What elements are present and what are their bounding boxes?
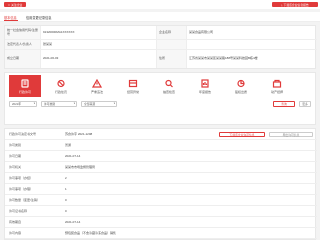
detail-row: 许可事项（办理） 1: [5, 184, 317, 195]
nav-item-label: 经营异常: [126, 89, 139, 94]
top-toolbar: ☆ 关注企业 ⤓ 下载该企业信息报告: [0, 0, 320, 9]
nav-item-4[interactable]: 抽查检查: [153, 75, 185, 97]
detail-row-label: 许可类别: [9, 143, 22, 147]
detail-row-value: 某某市市场监督管理局: [65, 165, 96, 169]
nav-item-label: 年度报告: [198, 89, 211, 94]
credit-code-label: 统一社会信用代码/注册号: [5, 26, 41, 40]
nav-item-1[interactable]: 行政处罚: [45, 75, 77, 97]
detail-row-label: 许可证书名称: [9, 209, 28, 213]
download-license-button[interactable]: 下载该企业许可信息: [219, 132, 265, 137]
warning-icon: [92, 78, 102, 88]
address-value: 江苏省某某市某某区某某路188号某某科技园B栋4楼: [189, 56, 258, 61]
download-icon: ⤓: [281, 2, 283, 7]
detail-row-value: 2021-07-14: [65, 154, 81, 158]
category-nav: 行政许可 行政处罚 严重违法 经营异常 抽查检查 年度报告 股权出质 动产抵押 2021年 ▾ …: [4, 72, 316, 125]
report-icon: [200, 78, 210, 88]
detail-row: 许可类别 普通: [5, 140, 317, 151]
detail-row-value: 预包装食品（不含冷藏冷冻食品）销售: [65, 231, 117, 235]
empty-value: [187, 40, 317, 50]
license-icon: [20, 78, 30, 88]
nav-item-7[interactable]: 动产抵押: [261, 75, 293, 97]
detail-row-label: 许可事项（办结）: [9, 176, 34, 180]
follow-label: 关注企业: [11, 2, 23, 7]
nav-item-3[interactable]: 经营异常: [117, 75, 149, 97]
nav-item-6[interactable]: 股权出质: [225, 75, 257, 97]
filter-row: 2021年 ▾ 许可类别 ▾ 全部来源 ▾ 查询 更多: [9, 101, 313, 111]
mortgage-icon: [272, 79, 282, 88]
nav-item-label: 严重违法: [90, 89, 103, 94]
download-report-button[interactable]: ⤓ 下载该企业信息报告: [272, 2, 318, 7]
established-date-value: 2021-06-03: [41, 50, 157, 68]
credit-code-value: 91320000MA1XXXXXX: [41, 26, 157, 40]
tab-change-records[interactable]: 信用变更记录信息: [26, 15, 52, 20]
nav-item-5[interactable]: 年度报告: [189, 75, 221, 97]
legal-rep-value: 张某某: [41, 40, 157, 50]
equity-icon: [236, 79, 246, 88]
detail-row-label: 有效期自: [9, 220, 22, 224]
detail-row: 许可证书名称 0: [5, 206, 317, 217]
detail-row: 许可事项（办结） 2: [5, 173, 317, 184]
download-report-label: 下载该企业信息报告: [283, 2, 309, 7]
legal-rep-label: 法定代表人/负责人: [5, 40, 41, 50]
nav-item-label: 股权出质: [234, 89, 247, 94]
detail-row-label: 许可日期: [9, 154, 22, 158]
nav-item-label: 动产抵押: [270, 89, 283, 94]
established-date-label: 成立日期: [5, 50, 41, 68]
address-label: 住所: [157, 50, 187, 68]
detail-row-label: 许可机关: [9, 165, 22, 169]
nav-item-label: 行政处罚: [54, 89, 67, 94]
company-name-label: 企业名称: [157, 26, 187, 40]
type-select-value: 许可类别: [44, 102, 56, 106]
follow-button[interactable]: ☆ 关注企业: [4, 2, 26, 7]
license-detail-table: 行政许可决定书文号 苏食许字 2021-1208 许可类别 普通 许可日期 2021-07…: [4, 128, 317, 240]
chevron-down-icon: ▾: [73, 102, 75, 105]
detail-row-value: 普通: [65, 143, 72, 147]
nav-item-2[interactable]: 严重违法: [81, 75, 113, 97]
company-name-value: 某某食品有限公司: [187, 26, 317, 40]
detail-row-value: 0: [65, 198, 67, 202]
more-filter-button[interactable]: 更多: [299, 101, 311, 107]
detail-row: 许可内容 预包装食品（不含冷藏冷冻食品）销售: [5, 228, 317, 239]
detail-row-value: 0: [65, 209, 67, 213]
export-license-button[interactable]: 导出许可信息: [269, 132, 313, 137]
detail-row-label: 许可数量（变更/注销）: [9, 198, 40, 202]
nav-item-label: 行政许可: [18, 89, 31, 94]
detail-row-value: 2021-07-14: [65, 220, 81, 224]
search-button[interactable]: 查询: [273, 101, 295, 107]
detail-row-value: 2: [65, 176, 67, 180]
detail-row-label: 行政许可决定书文号: [9, 132, 37, 136]
year-select[interactable]: 2021年 ▾: [9, 101, 37, 107]
tab-bar: 基本信息 信用变更记录信息: [0, 12, 320, 22]
detail-row-label: 许可内容: [9, 231, 22, 235]
detail-row: 许可数量（变更/注销） 0: [5, 195, 317, 206]
nav-item-label: 抽查检查: [162, 89, 175, 94]
detail-row: 许可机关 某某市市场监督管理局: [5, 162, 317, 173]
inspection-icon: [164, 79, 174, 88]
detail-row-value: 1: [65, 187, 67, 191]
type-select[interactable]: 许可类别 ▾: [41, 101, 77, 107]
chevron-down-icon: ▾: [33, 102, 35, 105]
abnormal-icon: [128, 79, 138, 88]
empty-label: [157, 40, 187, 50]
year-select-value: 2021年: [12, 102, 22, 106]
enterprise-info-panel: 统一社会信用代码/注册号 91320000MA1XXXXXX 企业名称 某某食品…: [4, 25, 317, 69]
detail-row: 有效期自 2021-07-14: [5, 217, 317, 228]
detail-row: 许可日期 2021-07-14: [5, 151, 317, 162]
nav-item-0[interactable]: 行政许可: [9, 75, 41, 97]
chevron-down-icon: ▾: [113, 102, 115, 105]
star-icon: ☆: [7, 2, 11, 7]
source-select-value: 全部来源: [84, 102, 96, 106]
source-select[interactable]: 全部来源 ▾: [81, 101, 117, 107]
active-tab-indicator: [4, 20, 18, 21]
penalty-icon: [56, 79, 66, 88]
detail-row-label: 许可事项（办理）: [9, 187, 34, 191]
